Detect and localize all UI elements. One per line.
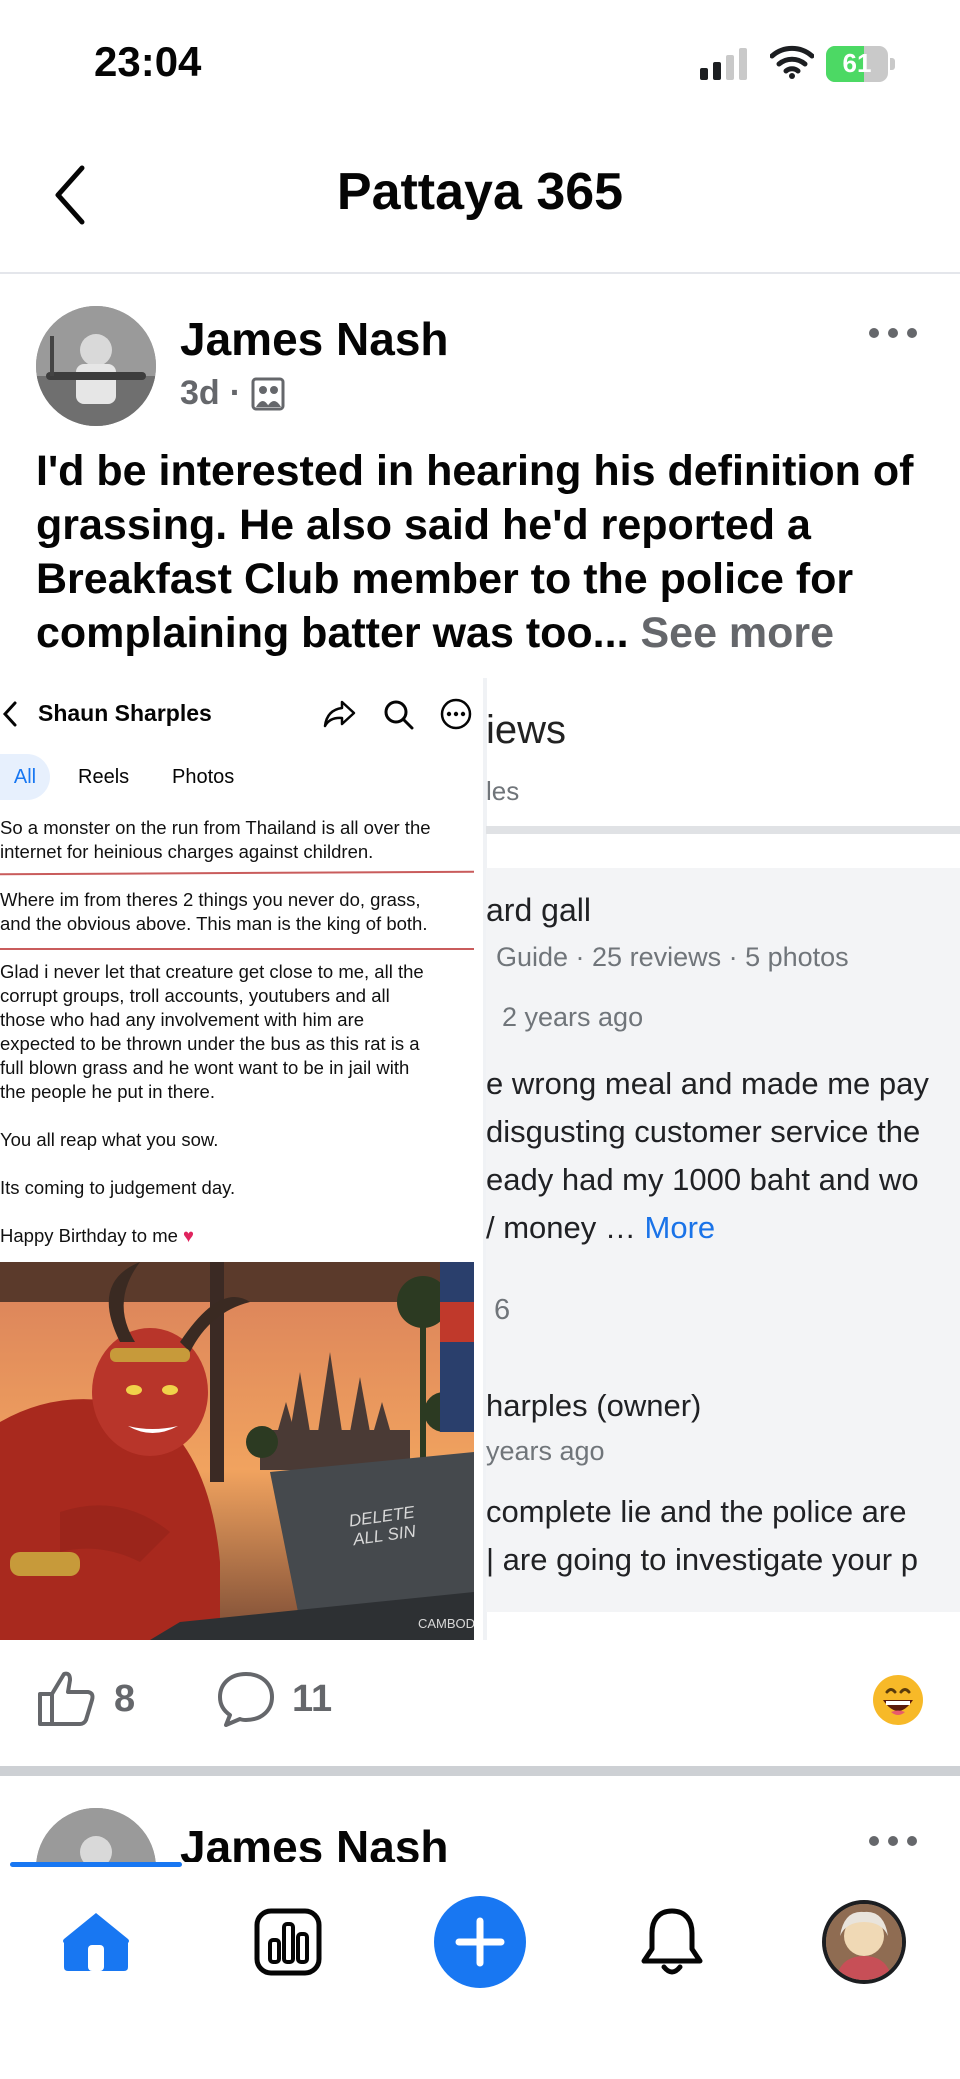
shot-tab-all: All <box>0 754 50 800</box>
shot-line: internet for heinious charges against ch… <box>0 841 374 862</box>
bell-icon <box>641 1908 703 1975</box>
shot-line: Happy Birthday to me <box>0 1225 178 1246</box>
search-icon <box>384 700 414 730</box>
shot-line: and the obvious above. This man is the k… <box>0 913 428 934</box>
plus-icon <box>455 1917 505 1967</box>
reviews-subtitle: les <box>486 776 520 806</box>
active-tab-indicator <box>10 1862 182 1867</box>
reviewer-name: ard gall <box>486 892 591 928</box>
devil-illustration: DELETE ALL SIN CAMBOD <box>0 1262 474 1640</box>
post-text: I'd be interested in hearing his definit… <box>36 444 936 660</box>
review-line: eady had my 1000 baht and wo <box>486 1162 919 1197</box>
post-author[interactable]: James Nash <box>180 312 449 366</box>
shot-line: Where im from theres 2 things you never … <box>0 889 421 910</box>
shot-line-birthday: Happy Birthday to me ♥ <box>0 1224 474 1248</box>
heart-icon: ♥ <box>183 1225 195 1246</box>
owner-name: harples (owner) <box>486 1388 702 1423</box>
meta-separator: · <box>229 374 242 412</box>
shot-line: So a monster on the run from Thailand is… <box>0 817 431 838</box>
reviews-divider <box>486 826 960 834</box>
review-line: e wrong meal and made me pay <box>486 1066 929 1101</box>
shot-back-icon <box>2 701 17 727</box>
header-divider <box>0 272 960 274</box>
review-more-link: More <box>644 1210 716 1245</box>
post-separator <box>0 1766 960 1776</box>
shot-line: full blown grass and he wont want to be … <box>0 1057 410 1078</box>
battery-level: 61 <box>842 48 872 78</box>
like-icon[interactable] <box>36 1668 96 1728</box>
review-line-last: / money … More <box>486 1210 715 1246</box>
battery-icon: 61 <box>826 46 896 82</box>
wifi-icon <box>770 45 814 79</box>
page-title: Pattaya 365 <box>336 163 624 221</box>
more-dots-icon[interactable] <box>866 318 920 348</box>
signal-icon <box>700 48 747 80</box>
red-underline <box>0 948 474 950</box>
nav-notifications[interactable] <box>636 1906 708 1978</box>
shot-tab-reels: Reels <box>78 766 130 788</box>
shot-line: You all reap what you sow. <box>0 1129 219 1150</box>
review-line: / money … <box>486 1210 645 1245</box>
comment-count[interactable]: 11 <box>292 1678 332 1721</box>
owner-line: complete lie and the police are <box>486 1494 907 1529</box>
stats-icon <box>254 1908 322 1976</box>
shot-line: the people he put in there. <box>0 1081 215 1102</box>
post-age[interactable]: 3d <box>180 374 220 413</box>
author-avatar[interactable] <box>36 306 156 426</box>
review-line: disgusting customer service the <box>486 1114 921 1149</box>
shot-more-icon <box>440 698 472 730</box>
see-more-link[interactable]: See more <box>640 609 834 657</box>
review-time: 2 years ago <box>502 1002 644 1032</box>
nav-stats[interactable] <box>252 1906 324 1978</box>
owner-time: years ago <box>486 1436 605 1466</box>
grinning-emoji-icon[interactable] <box>872 1674 924 1726</box>
book-label: CAMBOD <box>418 1616 474 1631</box>
nav-profile-avatar[interactable] <box>822 1900 906 1984</box>
comment-icon[interactable] <box>216 1670 276 1728</box>
reviews-title: iews <box>486 708 567 752</box>
photo-group-icon <box>251 377 285 410</box>
owner-line: | are going to investigate your p <box>486 1542 918 1577</box>
shot-line: Glad i never let that creature get close… <box>0 961 424 982</box>
shot-line: Its coming to judgement day. <box>0 1177 236 1198</box>
shot-line: corrupt groups, troll accounts, youtuber… <box>0 985 390 1006</box>
nav-create[interactable] <box>434 1896 526 1988</box>
share-icon <box>323 700 356 728</box>
review-likes: 6 <box>494 1294 511 1326</box>
shot-profile-name: Shaun Sharples <box>38 700 212 726</box>
home-icon <box>63 1913 129 1971</box>
like-count[interactable]: 8 <box>114 1678 135 1721</box>
status-time: 23:04 <box>94 38 202 85</box>
nav-home[interactable] <box>60 1906 132 1978</box>
reviewer-meta: Guide · 25 reviews · 5 photos <box>496 942 849 972</box>
post-meta: 3d · <box>180 374 285 413</box>
more-dots-icon[interactable] <box>866 1826 920 1856</box>
shot-line: those who had any involvement with him a… <box>0 1009 365 1030</box>
shot-tab-photos: Photos <box>172 766 235 788</box>
shot-line: expected to be thrown under the bus as t… <box>0 1033 420 1054</box>
